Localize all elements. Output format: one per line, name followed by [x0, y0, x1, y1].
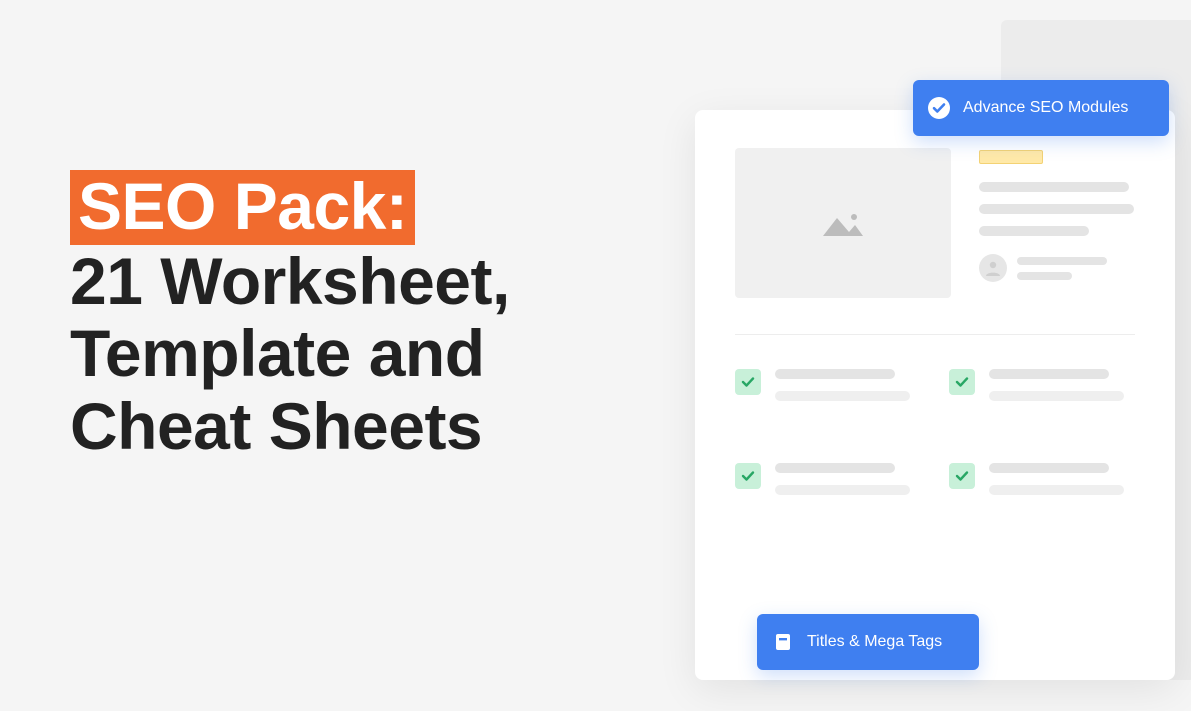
badge-titles-tags[interactable]: Titles & Mega Tags: [757, 614, 979, 670]
skeleton-line: [979, 204, 1134, 214]
badge-label: Titles & Mega Tags: [807, 633, 942, 651]
skeleton-line: [989, 369, 1109, 379]
skeleton-line: [1017, 257, 1107, 265]
thumbnail-placeholder: [735, 148, 951, 298]
title-line-1: 21 Worksheet,: [70, 244, 510, 318]
list-item: [949, 463, 1135, 495]
list-item: [949, 369, 1135, 401]
skeleton-line: [1017, 272, 1072, 280]
skeleton-line: [775, 463, 895, 473]
hero-heading: SEO Pack: 21 Worksheet, Template and Che…: [70, 170, 630, 462]
item-lines: [989, 463, 1124, 495]
item-lines: [775, 369, 910, 401]
check-badge: [735, 369, 761, 395]
skeleton-line: [979, 226, 1089, 236]
card-meta: [979, 148, 1135, 298]
page-title: SEO Pack: 21 Worksheet, Template and Che…: [70, 170, 630, 462]
image-placeholder-icon: [819, 206, 867, 240]
item-lines: [775, 463, 910, 495]
skeleton-line: [989, 463, 1109, 473]
badge-label: Advance SEO Modules: [963, 99, 1128, 117]
item-lines: [989, 369, 1124, 401]
skeleton-line: [775, 485, 910, 495]
document-icon: [771, 630, 795, 654]
author-row: [979, 254, 1135, 282]
avatar: [979, 254, 1007, 282]
checkmark-icon: [741, 469, 755, 483]
check-badge: [735, 463, 761, 489]
checklist-grid: [735, 369, 1135, 495]
card-top-row: [735, 148, 1135, 298]
check-circle-icon: [927, 96, 951, 120]
divider: [735, 334, 1135, 335]
tag-pill: [979, 150, 1043, 164]
list-item: [735, 463, 921, 495]
check-badge: [949, 463, 975, 489]
checkmark-icon: [955, 469, 969, 483]
list-item: [735, 369, 921, 401]
skeleton-line: [989, 485, 1124, 495]
title-line-3: Cheat Sheets: [70, 389, 482, 463]
preview-card: [695, 110, 1175, 680]
checkmark-icon: [955, 375, 969, 389]
skeleton-line: [775, 391, 910, 401]
title-line-2: Template and: [70, 316, 485, 390]
badge-advance-seo[interactable]: Advance SEO Modules: [913, 80, 1169, 136]
author-lines: [1017, 257, 1107, 280]
skeleton-line: [979, 182, 1129, 192]
title-highlight: SEO Pack:: [70, 170, 415, 245]
user-circle-icon: [983, 258, 1003, 278]
check-badge: [949, 369, 975, 395]
checkmark-icon: [741, 375, 755, 389]
skeleton-line: [775, 369, 895, 379]
skeleton-line: [989, 391, 1124, 401]
